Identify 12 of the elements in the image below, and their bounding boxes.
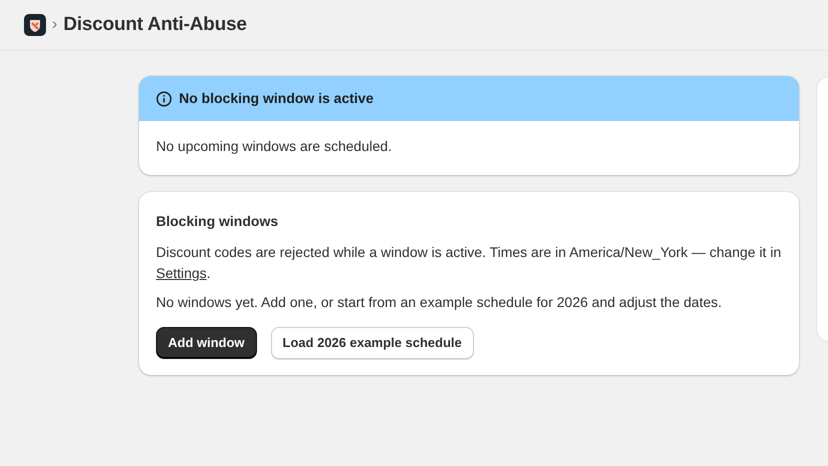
info-icon — [156, 90, 172, 106]
description-text: Discount codes are rejected while a window is active. Times are in America/New_York — change it in Settings. — [156, 243, 782, 283]
empty-message: No windows yet. Add one, or start from an example schedule for 2026 and adjust the dates. — [156, 293, 723, 312]
breadcrumb-separator: › — [52, 15, 58, 35]
add-window-button[interactable]: Add window — [156, 327, 257, 358]
load-schedule-button[interactable]: Load 2026 example schedule — [270, 327, 474, 358]
banner-message: No upcoming windows are scheduled. — [156, 138, 392, 154]
page-title: Discount Anti-Abuse — [63, 12, 247, 37]
card-title: Blocking windows — [156, 212, 280, 231]
banner-title: No blocking window is active — [179, 89, 374, 108]
app-logo-icon — [24, 14, 46, 36]
settings-link[interactable]: Settings — [156, 265, 207, 281]
